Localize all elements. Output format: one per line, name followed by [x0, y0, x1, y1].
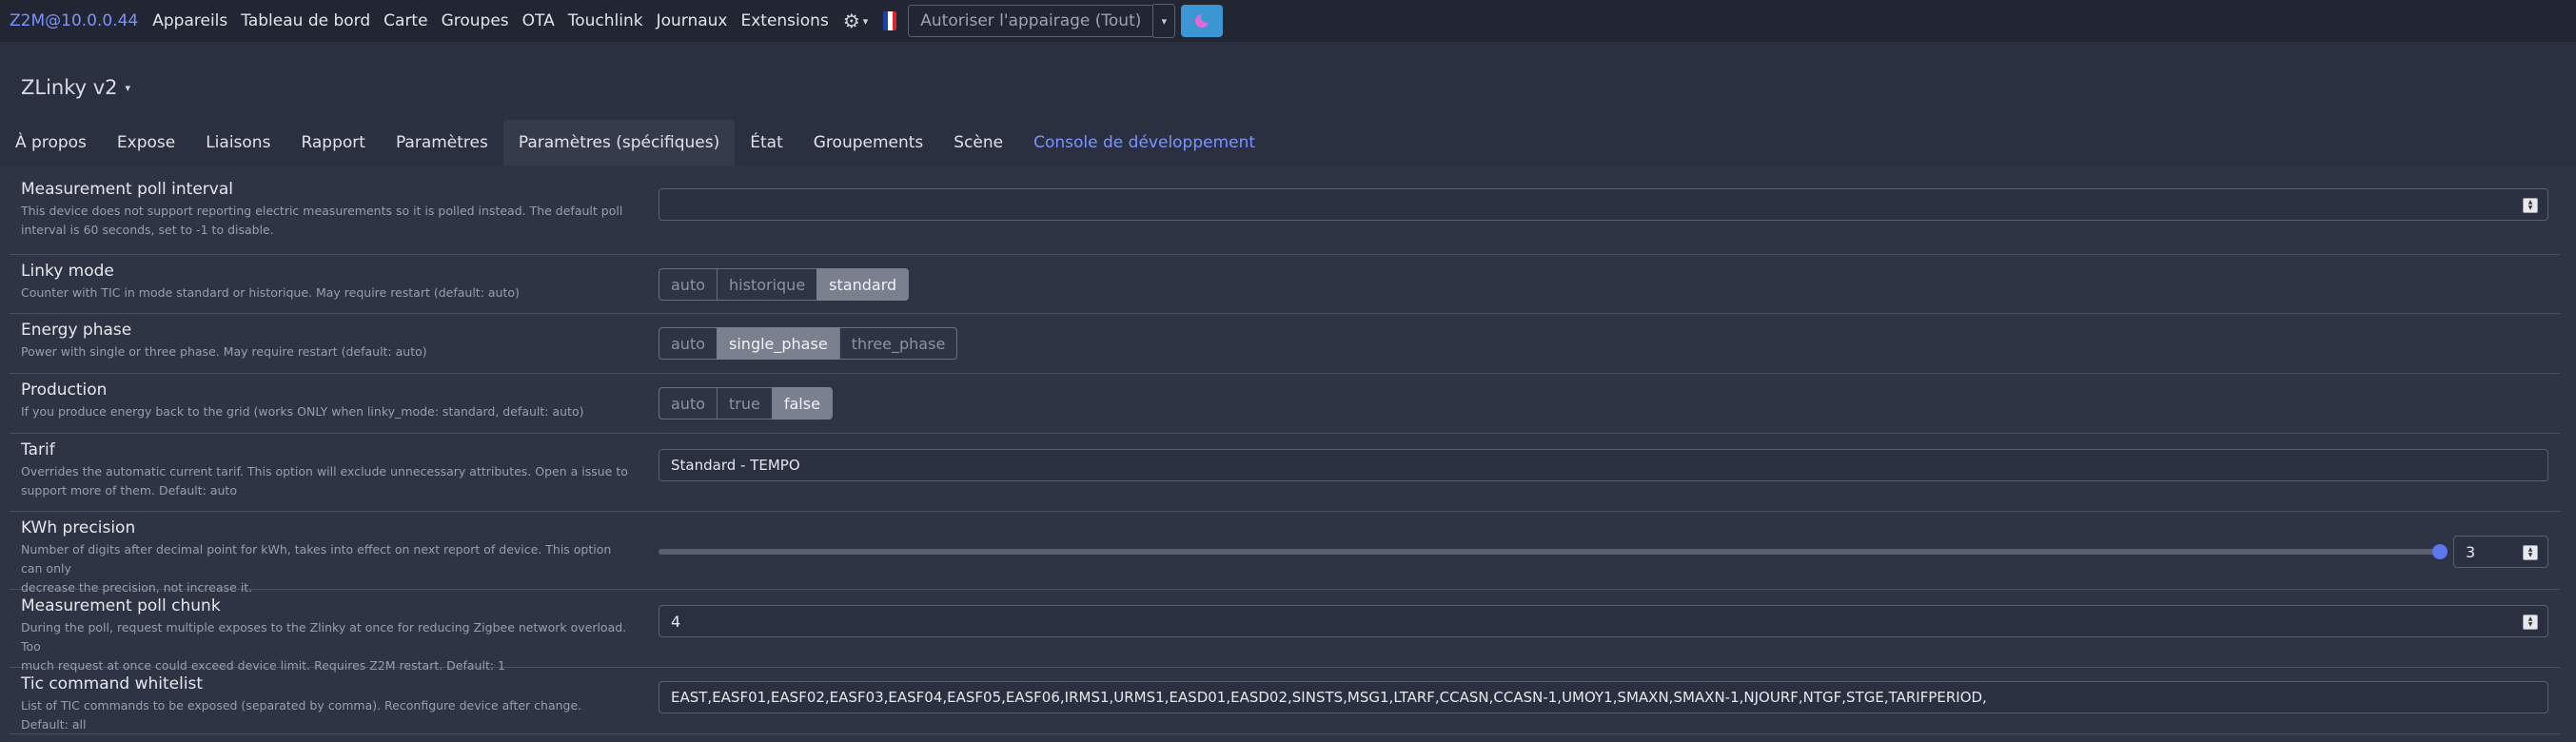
tab-scene[interactable]: Scène — [938, 120, 1018, 166]
setting-label: KWh precision Number of digits after dec… — [21, 517, 630, 597]
settings-menu[interactable]: ⚙ ▾ — [843, 10, 868, 32]
setting-row-kwh-precision: KWh precision Number of digits after dec… — [10, 512, 2560, 595]
production-true-button[interactable]: true — [717, 387, 773, 420]
description-line: Overrides the automatic current tarif. T… — [21, 464, 628, 478]
device-tabs: À propos Expose Liaisons Rapport Paramèt… — [0, 120, 2576, 166]
setting-title: Tarif — [21, 440, 55, 459]
setting-description: This device does not support reporting e… — [21, 202, 630, 240]
setting-row-production: Production If you produce energy back to… — [10, 374, 2560, 434]
description-line: interval is 60 seconds, set to -1 to dis… — [21, 223, 274, 237]
setting-title: Measurement poll chunk — [21, 596, 221, 615]
setting-title: Tic command whitelist — [21, 674, 204, 693]
setting-description: Counter with TIC in mode standard or his… — [21, 285, 520, 300]
production-false-button[interactable]: false — [771, 387, 833, 420]
setting-description: Power with single or three phase. May re… — [21, 344, 427, 359]
setting-row-linky-mode: Linky mode Counter with TIC in mode stan… — [10, 255, 2560, 314]
spinner-icon[interactable]: ▲ ▼ — [2523, 615, 2538, 630]
setting-description: Overrides the automatic current tarif. T… — [21, 462, 630, 500]
setting-label: Tic command whitelist List of TIC comman… — [21, 674, 630, 734]
top-navbar: Z2M@10.0.0.44 Appareils Tableau de bord … — [0, 0, 2576, 42]
moon-icon — [1195, 14, 1209, 28]
tic-whitelist-input[interactable]: EAST,EASF01,EASF02,EASF03,EASF04,EASF05,… — [659, 681, 2548, 713]
tab-groups[interactable]: Groupements — [798, 120, 939, 166]
theme-toggle-button[interactable] — [1181, 5, 1224, 37]
input-value: 4 — [671, 612, 681, 631]
chevron-down-icon: ▾ — [862, 14, 869, 28]
nav-link-ota[interactable]: OTA — [522, 11, 555, 30]
setting-row-poll-interval: Measurement poll interval This device do… — [10, 173, 2560, 255]
spinner-icon[interactable]: ▲ ▼ — [2523, 545, 2538, 560]
input-value: 3 — [2466, 542, 2476, 561]
tab-state[interactable]: État — [735, 120, 798, 166]
linky-mode-toggle: auto historique standard — [659, 268, 910, 301]
setting-row-energy-phase: Energy phase Power with single or three … — [10, 314, 2560, 374]
setting-title: Measurement poll interval — [21, 180, 233, 199]
description-line: During the poll, request multiple expose… — [21, 620, 627, 654]
tab-reporting[interactable]: Rapport — [285, 120, 381, 166]
production-auto-button[interactable]: auto — [659, 387, 718, 420]
permit-join-dropdown[interactable]: ▾ — [1153, 4, 1176, 38]
poll-chunk-input[interactable]: 4 ▲ ▼ — [659, 605, 2548, 637]
flag-fr-icon[interactable] — [883, 11, 897, 30]
setting-description: During the poll, request multiple expose… — [21, 618, 630, 675]
setting-title: Production — [21, 381, 108, 400]
setting-title: Energy phase — [21, 321, 132, 340]
setting-label: Tarif Overrides the automatic current ta… — [21, 439, 630, 500]
nav-link-devices[interactable]: Appareils — [152, 11, 227, 30]
tab-exposes[interactable]: Expose — [102, 120, 190, 166]
description-line: Number of digits after decimal point for… — [21, 542, 612, 576]
setting-description: List of TIC commands to be exposed (sepa… — [21, 698, 582, 732]
energy-phase-three-button[interactable]: three_phase — [838, 327, 958, 360]
setting-title: KWh precision — [21, 518, 136, 537]
kwh-precision-slider[interactable] — [659, 549, 2448, 555]
energy-phase-toggle: auto single_phase three_phase — [659, 327, 958, 360]
energy-phase-auto-button[interactable]: auto — [659, 327, 718, 360]
tab-settings-specific[interactable]: Paramètres (spécifiques) — [502, 120, 736, 166]
linky-mode-historique-button[interactable]: historique — [717, 268, 818, 301]
chevron-down-icon: ▾ — [125, 81, 131, 94]
setting-row-tic-whitelist: Tic command whitelist List of TIC comman… — [10, 668, 2560, 734]
spinner-icon[interactable]: ▲ ▼ — [2523, 198, 2538, 213]
tab-about[interactable]: À propos — [0, 120, 102, 166]
energy-phase-single-button[interactable]: single_phase — [717, 327, 840, 360]
tab-dev-console[interactable]: Console de développement — [1018, 120, 1270, 166]
setting-row-poll-chunk: Measurement poll chunk During the poll, … — [10, 590, 2560, 673]
device-name: ZLinky v2 — [21, 76, 118, 99]
tab-bindings[interactable]: Liaisons — [190, 120, 285, 166]
setting-label: Linky mode Counter with TIC in mode stan… — [21, 261, 630, 303]
setting-label: Measurement poll chunk During the poll, … — [21, 596, 630, 675]
setting-row-tarif: Tarif Overrides the automatic current ta… — [10, 434, 2560, 512]
production-toggle: auto true false — [659, 387, 833, 420]
poll-interval-input[interactable]: ▲ ▼ — [659, 188, 2548, 221]
setting-label: Production If you produce energy back to… — [21, 380, 630, 421]
linky-mode-standard-button[interactable]: standard — [816, 268, 910, 301]
kwh-precision-input[interactable]: 3 ▲ ▼ — [2453, 536, 2548, 568]
gear-icon: ⚙ — [842, 10, 860, 32]
nav-link-logs[interactable]: Journaux — [657, 11, 728, 30]
setting-description: Number of digits after decimal point for… — [21, 540, 630, 597]
setting-title: Linky mode — [21, 262, 114, 281]
nav-link-touchlink[interactable]: Touchlink — [568, 11, 643, 30]
chevron-down-icon: ▾ — [1161, 14, 1168, 28]
settings-panel: Measurement poll interval This device do… — [0, 166, 2576, 742]
setting-label: Energy phase Power with single or three … — [21, 320, 630, 361]
nav-link-map[interactable]: Carte — [383, 11, 427, 30]
setting-label: Measurement poll interval This device do… — [21, 179, 630, 240]
tarif-input[interactable]: Standard - TEMPO — [659, 449, 2548, 481]
permit-join-group: Autoriser l'appairage (Tout) ▾ — [908, 4, 1176, 38]
tab-settings[interactable]: Paramètres — [381, 120, 503, 166]
linky-mode-auto-button[interactable]: auto — [659, 268, 718, 301]
permit-join-button[interactable]: Autoriser l'appairage (Tout) — [908, 5, 1154, 37]
description-line: support more of them. Default: auto — [21, 483, 237, 498]
nav-link-groups[interactable]: Groupes — [442, 11, 509, 30]
slider-thumb[interactable] — [2432, 544, 2448, 559]
description-line: This device does not support reporting e… — [21, 204, 623, 218]
nav-link-extensions[interactable]: Extensions — [740, 11, 828, 30]
brand-link[interactable]: Z2M@10.0.0.44 — [10, 11, 138, 30]
nav-link-dashboard[interactable]: Tableau de bord — [241, 11, 370, 30]
device-selector[interactable]: ZLinky v2 ▾ — [21, 76, 130, 99]
setting-description: If you produce energy back to the grid (… — [21, 404, 584, 419]
